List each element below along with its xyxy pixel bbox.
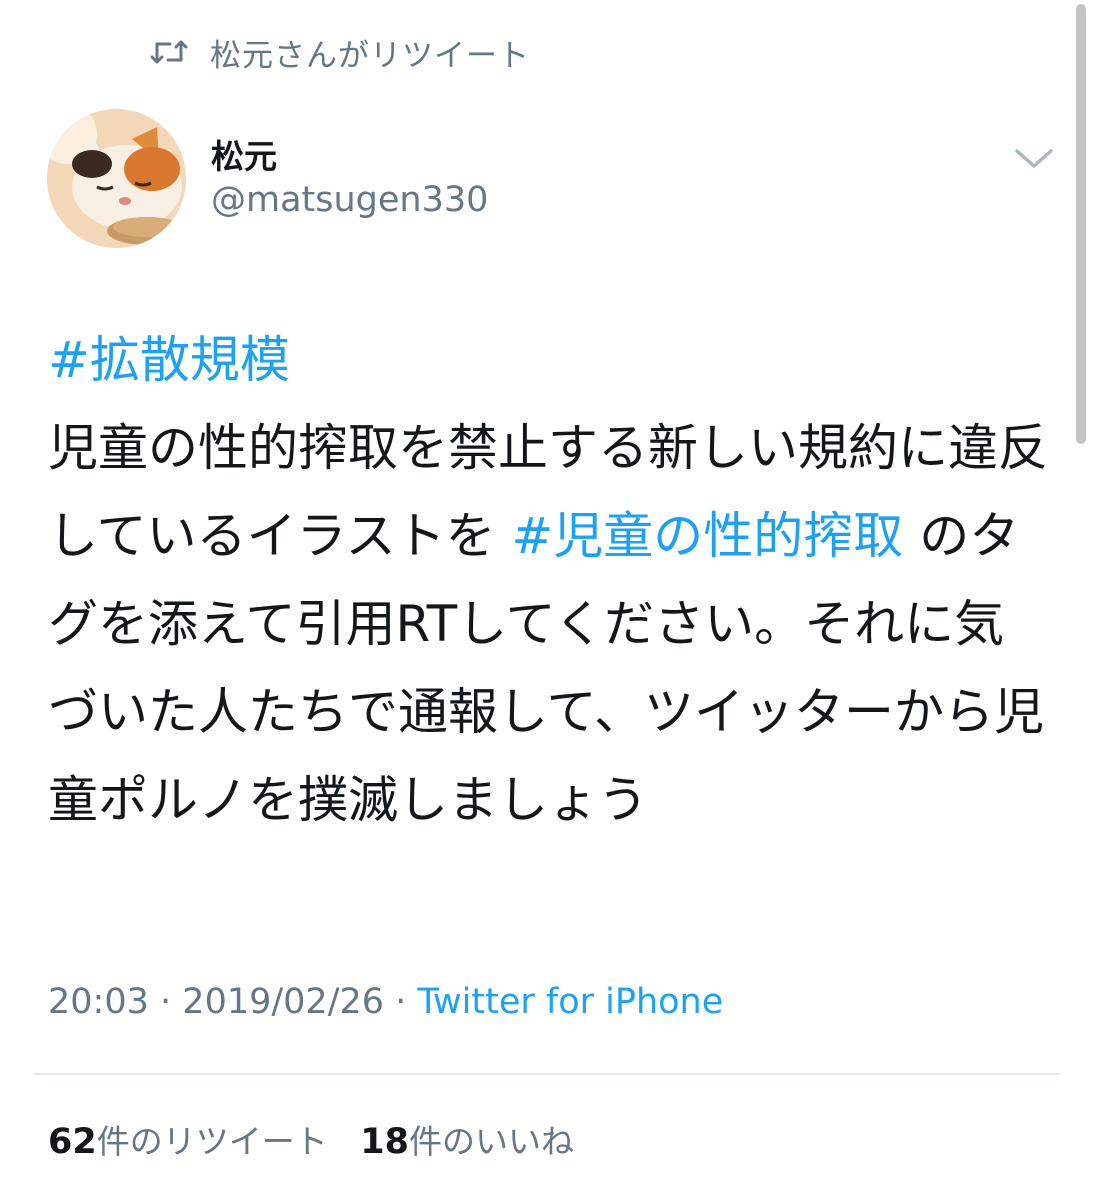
meta-separator: · <box>160 982 172 1022</box>
likes-count: 18 <box>360 1122 409 1162</box>
retweets-count: 62 <box>48 1122 97 1162</box>
retweet-banner: 松元さんがリツイート <box>150 28 530 76</box>
tweet-stats: 62件のリツイート 18件のいいね <box>48 1115 596 1163</box>
meta-separator: · <box>395 982 407 1022</box>
likes-stat[interactable]: 18件のいいね <box>360 1122 574 1162</box>
avatar[interactable] <box>47 109 186 248</box>
tweet-meta: 20:03 · 2019/02/26 · Twitter for iPhone <box>48 982 723 1022</box>
tweet-source-link[interactable]: Twitter for iPhone <box>417 982 723 1022</box>
tweet-text: #拡散規模 児童の性的搾取を禁止する新しい規約に違反しているイラストを #児童の性… <box>48 316 1048 844</box>
display-name[interactable]: 松元 <box>211 130 277 178</box>
likes-label: 件のいいね <box>408 1122 574 1161</box>
chevron-down-icon[interactable] <box>1013 145 1055 171</box>
divider <box>34 1073 1060 1075</box>
user-handle[interactable]: @matsugen330 <box>211 180 488 220</box>
retweet-icon <box>150 40 188 64</box>
hashtag-link[interactable]: #拡散規模 <box>48 331 290 389</box>
retweets-label: 件のリツイート <box>96 1122 328 1161</box>
retweet-banner-text: 松元さんがリツイート <box>210 37 530 74</box>
tweet-date: 2019/02/26 <box>182 982 385 1022</box>
retweets-stat[interactable]: 62件のリツイート <box>48 1122 328 1162</box>
scrollbar[interactable] <box>1076 4 1086 444</box>
cat-avatar <box>47 109 186 248</box>
tweet-time: 20:03 <box>48 982 149 1022</box>
hashtag-link[interactable]: #児童の性的搾取 <box>511 507 903 565</box>
